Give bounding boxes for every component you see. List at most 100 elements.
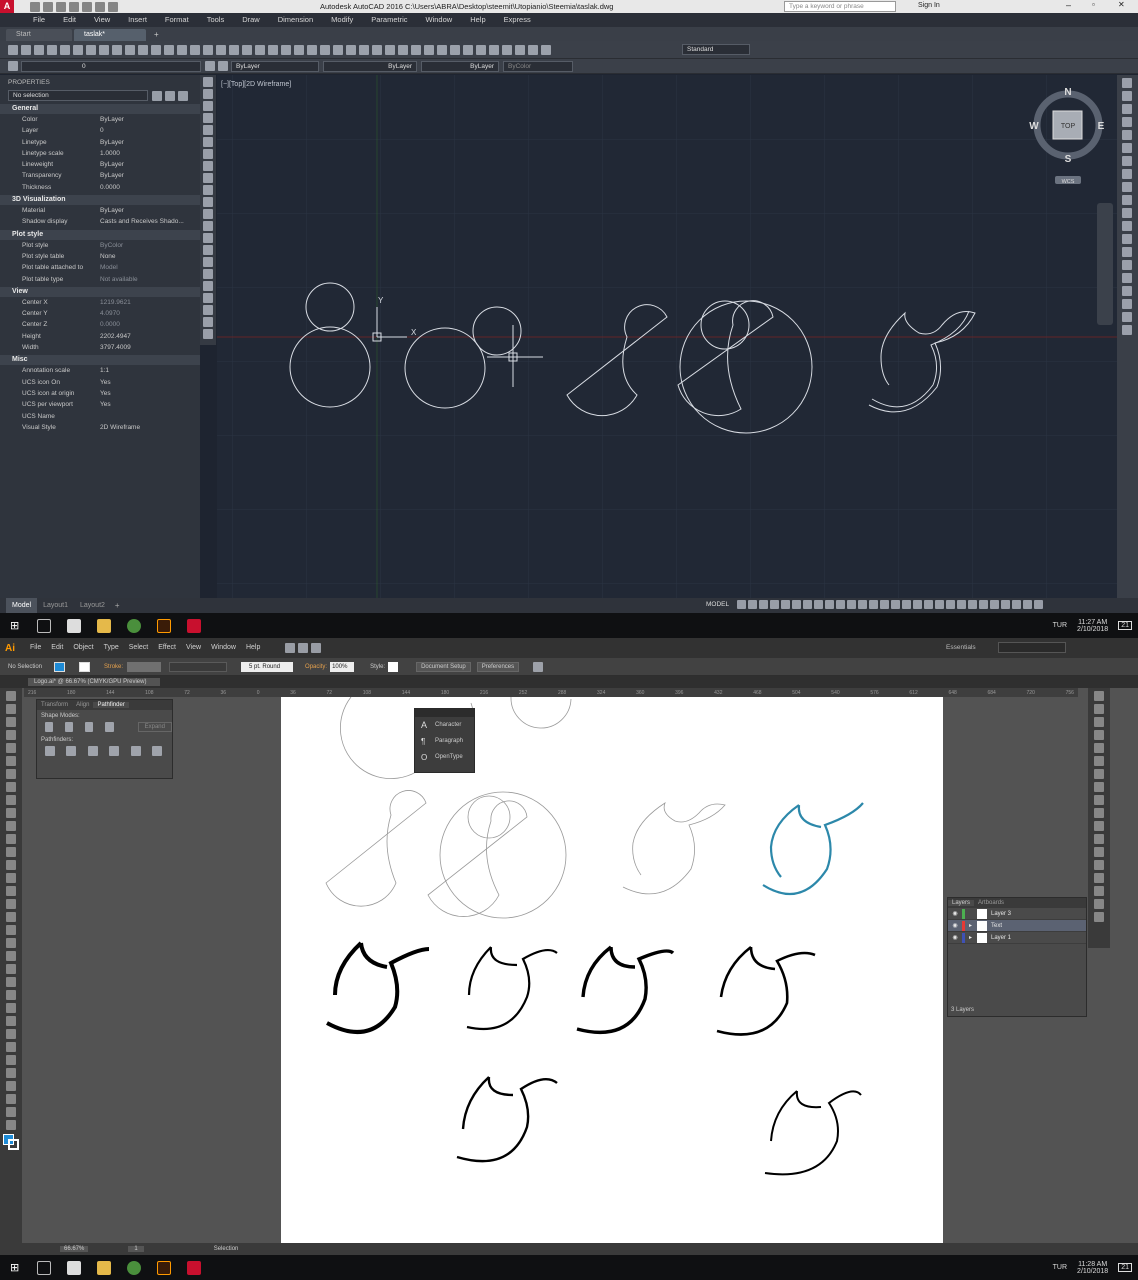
ai-tool-icon[interactable] xyxy=(6,1003,16,1013)
tab-pathfinder[interactable]: Pathfinder xyxy=(93,702,129,708)
status-toggle-icon[interactable] xyxy=(924,600,933,609)
menu-express[interactable]: Express xyxy=(495,13,540,27)
status-toggle-icon[interactable] xyxy=(935,600,944,609)
draw-tool-icon[interactable] xyxy=(203,233,213,243)
property-row[interactable]: Plot table type Not available xyxy=(0,274,200,285)
toolbar-tool-icon[interactable] xyxy=(7,44,18,55)
expand-button[interactable]: Expand xyxy=(137,722,172,732)
draw-tool-icon[interactable] xyxy=(203,173,213,183)
property-value[interactable] xyxy=(100,411,192,422)
draw-tool-icon[interactable] xyxy=(203,185,213,195)
opentype-item[interactable]: OpenType xyxy=(435,754,463,760)
properties-section-header[interactable]: Misc xyxy=(0,355,200,366)
document-tab[interactable]: Logo.ai* @ 66.67% (CMYK/GPU Preview) xyxy=(28,678,161,686)
property-value[interactable]: Not available xyxy=(100,274,192,285)
add-layout-icon[interactable]: + xyxy=(115,601,120,610)
property-value[interactable]: 0.0000 xyxy=(100,319,192,330)
layer-dropdown[interactable]: 0 xyxy=(21,60,201,72)
dock-panel-icon[interactable] xyxy=(1094,912,1104,922)
stroke-label[interactable]: Stroke: xyxy=(104,664,123,670)
toolbar-tool-icon[interactable] xyxy=(33,44,44,55)
intersect-icon[interactable] xyxy=(84,722,94,732)
dock-panel-icon[interactable] xyxy=(1094,743,1104,753)
task-view-icon[interactable] xyxy=(37,1260,52,1275)
toolbar-tool-icon[interactable] xyxy=(241,44,252,55)
status-toggle-icon[interactable] xyxy=(759,600,768,609)
draw-tool-icon[interactable] xyxy=(203,317,213,327)
ai-menu-view[interactable]: View xyxy=(181,638,206,658)
property-row[interactable]: UCS icon at origin Yes xyxy=(0,388,200,399)
ai-tool-icon[interactable] xyxy=(6,951,16,961)
compass-n[interactable]: N xyxy=(1064,87,1071,98)
document-setup-button[interactable]: Document Setup xyxy=(416,661,471,672)
color-dropdown[interactable]: ByLayer xyxy=(231,60,319,72)
ai-tool-icon[interactable] xyxy=(6,1016,16,1026)
toolbar-tool-icon[interactable] xyxy=(137,44,148,55)
open-icon[interactable] xyxy=(42,1,53,12)
property-row[interactable]: UCS Name xyxy=(0,411,200,422)
ai-menu-object[interactable]: Object xyxy=(68,638,98,658)
property-value[interactable]: 2202.4947 xyxy=(100,331,192,342)
tray-lang[interactable]: TUR xyxy=(1053,1264,1067,1271)
modify-tool-icon[interactable] xyxy=(1122,182,1132,192)
file-explorer-icon[interactable] xyxy=(97,618,112,633)
properties-section-header[interactable]: View xyxy=(0,286,200,297)
status-toggle-icon[interactable] xyxy=(748,600,757,609)
notification-icon[interactable]: 21 xyxy=(1118,1263,1132,1272)
modify-tool-icon[interactable] xyxy=(1122,312,1132,322)
draw-tool-icon[interactable] xyxy=(203,257,213,267)
menu-format[interactable]: Format xyxy=(156,13,198,27)
toolbar-tool-icon[interactable] xyxy=(215,44,226,55)
close-button[interactable]: ✕ xyxy=(1118,0,1125,9)
toolbar-tool-icon[interactable] xyxy=(514,44,525,55)
ai-tool-icon[interactable] xyxy=(6,756,16,766)
property-row[interactable]: Linetype scale 1.0000 xyxy=(0,148,200,159)
saveas-icon[interactable] xyxy=(68,1,79,12)
ai-tool-icon[interactable] xyxy=(6,1094,16,1104)
toolbar-tool-icon[interactable] xyxy=(501,44,512,55)
artboard[interactable] xyxy=(281,696,943,1243)
compass-e[interactable]: E xyxy=(1098,121,1105,132)
property-value[interactable]: Casts and Receives Shado... xyxy=(100,216,192,227)
ai-menu-window[interactable]: Window xyxy=(206,638,241,658)
modify-tool-icon[interactable] xyxy=(1122,78,1132,88)
pathfinder-op-icon[interactable] xyxy=(152,746,162,756)
ai-tool-icon[interactable] xyxy=(6,808,16,818)
app-explorer-icon[interactable] xyxy=(67,1260,82,1275)
toolbar-tool-icon[interactable] xyxy=(293,44,304,55)
tab-layout1[interactable]: Layout1 xyxy=(37,598,74,613)
property-row[interactable]: Visual Style 2D Wireframe xyxy=(0,422,200,433)
property-row[interactable]: Height 2202.4947 xyxy=(0,331,200,342)
chrome-icon[interactable] xyxy=(127,618,142,633)
status-toggle-icon[interactable] xyxy=(902,600,911,609)
compass-s[interactable]: S xyxy=(1065,154,1072,165)
toolbar-tool-icon[interactable] xyxy=(59,44,70,55)
text-style-dropdown[interactable]: Standard xyxy=(682,44,750,55)
stroke-weight-field[interactable] xyxy=(127,661,162,672)
print-icon[interactable] xyxy=(81,1,92,12)
gpu-rocket-icon[interactable] xyxy=(311,643,322,653)
property-row[interactable]: Center Z 0.0000 xyxy=(0,319,200,330)
property-value[interactable]: ByLayer xyxy=(100,205,192,216)
property-row[interactable]: Plot style table None xyxy=(0,251,200,262)
ai-tool-icon[interactable] xyxy=(6,873,16,883)
property-row[interactable]: Annotation scale 1:1 xyxy=(0,365,200,376)
toggle-pickadd-icon[interactable] xyxy=(151,90,162,101)
navigation-bar[interactable] xyxy=(1097,203,1113,325)
select-objects-icon[interactable] xyxy=(164,90,175,101)
tab-transform[interactable]: Transform xyxy=(37,702,72,708)
modify-tool-icon[interactable] xyxy=(1122,286,1132,296)
draw-tool-icon[interactable] xyxy=(203,245,213,255)
modify-tool-icon[interactable] xyxy=(1122,208,1132,218)
sign-in-link[interactable]: Sign In xyxy=(918,2,940,9)
draw-tool-icon[interactable] xyxy=(203,221,213,231)
ai-menu-type[interactable]: Type xyxy=(99,638,124,658)
style-swatch[interactable] xyxy=(388,661,399,672)
property-value[interactable]: ByColor xyxy=(100,240,192,251)
menu-dimension[interactable]: Dimension xyxy=(269,13,322,27)
toolbar-tool-icon[interactable] xyxy=(280,44,291,55)
dock-panel-icon[interactable] xyxy=(1094,834,1104,844)
status-toggle-icon[interactable] xyxy=(803,600,812,609)
layer-name[interactable]: Layer 3 xyxy=(991,911,1011,917)
modify-tool-icon[interactable] xyxy=(1122,299,1132,309)
